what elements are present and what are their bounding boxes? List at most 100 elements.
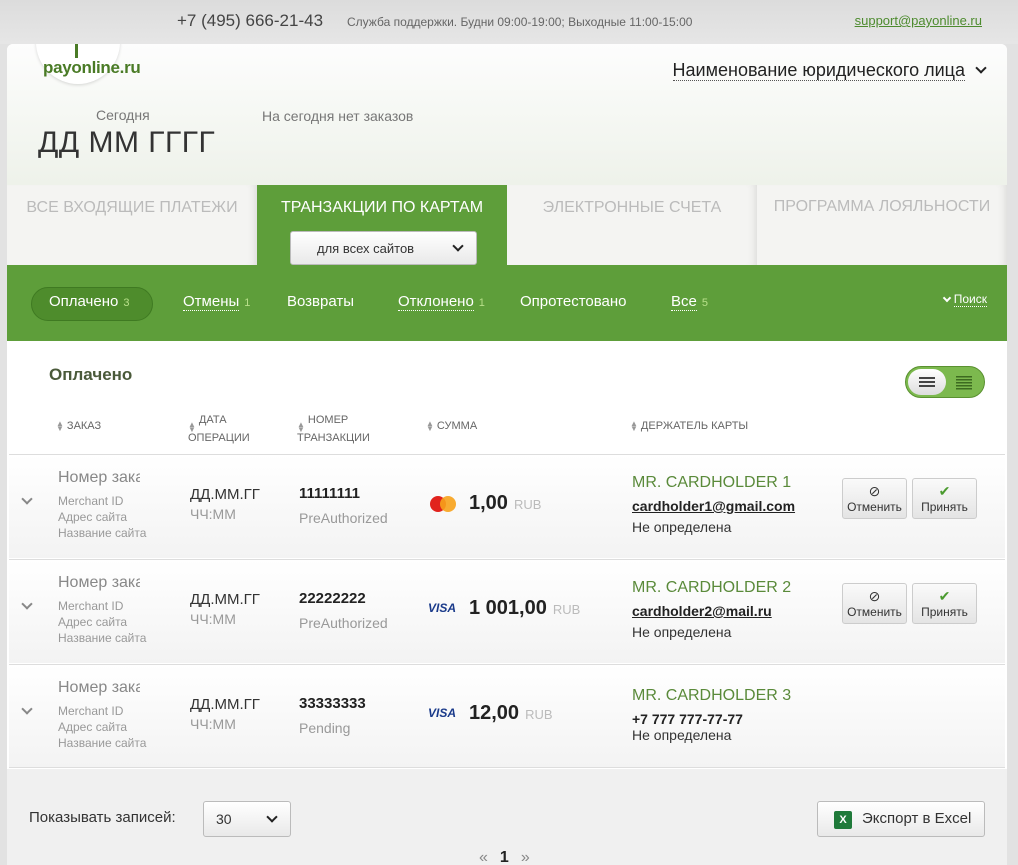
filter-all[interactable]: Все 5 (671, 293, 708, 311)
cancel-icon: ⊘ (868, 588, 881, 604)
button-label: Принять (921, 500, 968, 514)
pagination: « 1 » (479, 849, 530, 865)
filter-count: 1 (478, 297, 485, 309)
filter-cancels[interactable]: Отмены 1 (183, 293, 251, 311)
site-address: Адрес сайта (58, 615, 128, 629)
excel-icon: X (834, 811, 852, 829)
currency: RUB (525, 707, 553, 722)
cardholder-status: Не определена (632, 727, 732, 743)
tab-card-transactions[interactable]: ТРАНЗАКЦИИ ПО КАРТАМ для всех сайтов (257, 185, 507, 265)
filter-declined[interactable]: Отклонено 1 (398, 293, 485, 311)
cardholder-email[interactable]: cardholder1@gmail.com (632, 498, 795, 514)
transaction-status: PreAuthorized (299, 510, 388, 526)
filter-label: Возвраты (287, 293, 355, 310)
compact-view-icon[interactable] (954, 375, 974, 391)
amount: 1 001,00 RUB (469, 597, 580, 620)
sort-icon: ▲ ▼ (188, 420, 196, 434)
search-toggle[interactable]: Поиск (942, 292, 987, 307)
column-label: ОПЕРАЦИИ (188, 432, 250, 444)
logo-part-pay: pay (43, 58, 72, 77)
merchant-id: Merchant ID (58, 494, 124, 508)
search-label: Поиск (953, 292, 987, 307)
logo-part-online: online.ru (71, 58, 141, 77)
filter-count: 3 (123, 297, 130, 309)
sort-icon: ▲ ▼ (56, 419, 64, 434)
column-date[interactable]: ▲ ▼ ДАТА ОПЕРАЦИИ (188, 414, 250, 445)
button-label: Экспорт в Excel (862, 810, 972, 827)
expand-row-icon[interactable] (21, 493, 33, 505)
support-phone: +7 (495) 666-21-43 (177, 11, 324, 30)
table-row[interactable]: Номер заказа Merchant ID Адрес сайта Наз… (9, 454, 1005, 558)
cancel-button[interactable]: ⊘ Отменить (842, 583, 907, 624)
cardholder-email[interactable]: cardholder2@mail.ru (632, 603, 772, 619)
order-number: Номер заказа (58, 469, 140, 486)
legal-entity-select[interactable]: Наименование юридического лица (672, 60, 987, 81)
checkmark-icon: ✔ (938, 483, 951, 499)
site-select-value: для всех сайтов (317, 241, 415, 256)
main-panel: payonline.ru Наименование юридического л… (7, 44, 1007, 865)
button-label: Принять (921, 605, 968, 619)
filter-label: Отмены (183, 293, 240, 311)
expand-row-icon[interactable] (21, 703, 33, 715)
merchant-id: Merchant ID (58, 704, 124, 718)
expand-row-icon[interactable] (21, 598, 33, 610)
cardholder-status: Не определена (632, 519, 732, 535)
tab-e-invoices[interactable]: ЭЛЕКТРОННЫЕ СЧЕТА (507, 185, 757, 265)
filter-label: Оплачено (49, 293, 119, 310)
button-label: Отменить (847, 605, 902, 619)
cancel-button[interactable]: ⊘ Отменить (842, 478, 907, 519)
column-holder[interactable]: ▲ ▼ ДЕРЖАТЕЛЬ КАРТЫ (630, 420, 748, 433)
cardholder-phone: +7 777 777-77-77 (632, 711, 743, 727)
no-orders-text: На сегодня нет заказов (262, 108, 414, 124)
sort-icon: ▲ ▼ (297, 420, 305, 434)
chevron-down-icon (452, 240, 464, 252)
currency: RUB (552, 602, 581, 617)
per-page-select[interactable]: 30 (203, 801, 291, 837)
per-page-label: Показывать записей: (29, 809, 176, 826)
filter-count: 5 (701, 297, 708, 309)
transaction-status: PreAuthorized (299, 615, 388, 631)
order-number: Номер заказа (58, 574, 140, 591)
current-page[interactable]: 1 (500, 849, 509, 865)
sort-icon: ▲ ▼ (426, 419, 434, 434)
support-email-link[interactable]: support@payonline.ru (855, 13, 982, 28)
transaction-number: 33333333 (299, 695, 366, 712)
amount-value: 12,00 (469, 702, 520, 724)
filter-refunds[interactable]: Возвраты (287, 293, 359, 310)
filter-count: 1 (244, 297, 251, 309)
accept-button[interactable]: ✔ Принять (912, 583, 977, 624)
visa-icon: VISA (428, 601, 457, 615)
table-row[interactable]: Номер заказа Merchant ID Адрес сайта Наз… (9, 559, 1005, 663)
next-page-button[interactable]: » (521, 849, 530, 865)
cardholder-name: MR. CARDHOLDER 2 (632, 579, 792, 596)
filter-paid[interactable]: Оплачено 3 (49, 293, 129, 310)
tab-label: ТРАНЗАКЦИИ ПО КАРТАМ (280, 199, 484, 216)
prev-page-button[interactable]: « (479, 849, 488, 865)
filter-label: Все (671, 293, 697, 311)
accept-button[interactable]: ✔ Принять (912, 478, 977, 519)
view-toggle[interactable] (905, 366, 985, 398)
column-transaction[interactable]: ▲ ▼ НОМЕР ТРАНЗАКЦИИ (297, 414, 370, 445)
list-view-icon (919, 377, 935, 387)
column-label: СУММА (436, 420, 478, 432)
amount: 12,00 RUB (469, 702, 553, 725)
table-row[interactable]: Номер заказа Merchant ID Адрес сайта Наз… (9, 664, 1005, 768)
tab-all-payments[interactable]: ВСЕ ВХОДЯЩИЕ ПЛАТЕЖИ (7, 185, 257, 265)
site-name: Название сайта (58, 736, 147, 750)
filter-disputed[interactable]: Опротестовано (520, 293, 632, 310)
today-label: Сегодня (96, 107, 150, 123)
logo-text[interactable]: payonline.ru (43, 58, 141, 78)
site-name: Название сайта (58, 526, 147, 540)
export-excel-button[interactable]: X Экспорт в Excel (817, 801, 985, 837)
column-label: ДАТА (198, 414, 227, 426)
legal-entity-name: Наименование юридического лица (672, 60, 965, 81)
list-view-button[interactable] (908, 369, 946, 395)
filter-label: Опротестовано (520, 293, 627, 310)
site-select[interactable]: для всех сайтов (290, 231, 477, 265)
column-amount[interactable]: ▲ ▼ СУММА (426, 420, 477, 433)
tab-loyalty[interactable]: ПРОГРАММА ЛОЯЛЬНОСТИ (757, 185, 1007, 265)
chevron-down-icon (942, 293, 951, 303)
site-address: Адрес сайта (58, 510, 128, 524)
column-order[interactable]: ▲ ▼ ЗАКАЗ (56, 420, 101, 433)
column-label: ЗАКАЗ (66, 420, 102, 432)
